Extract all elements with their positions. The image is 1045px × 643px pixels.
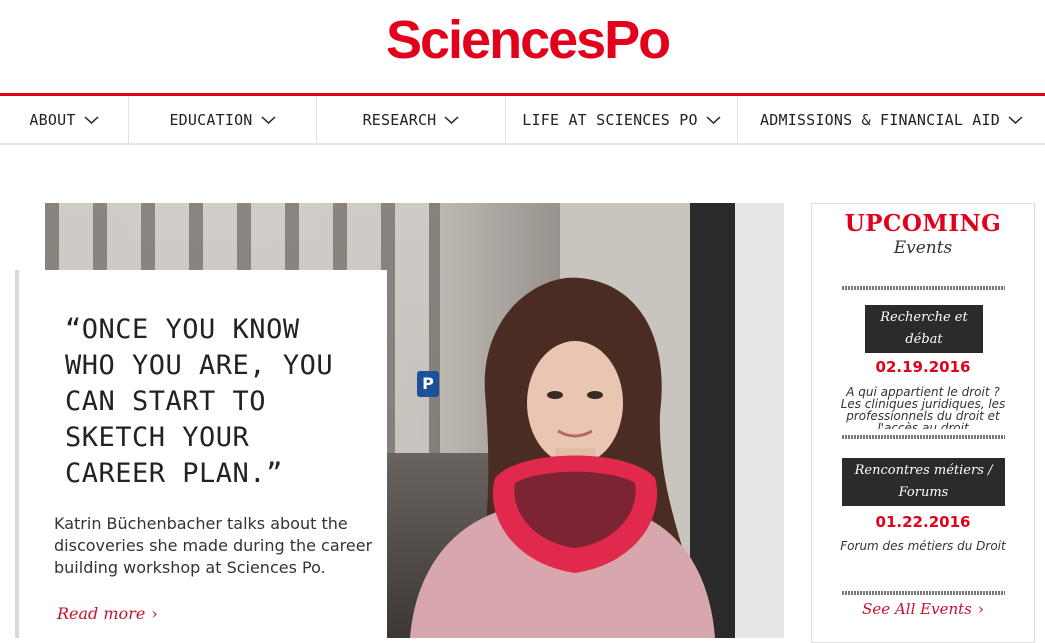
student-portrait [410, 277, 715, 638]
nav-item-about[interactable]: ABOUT [0, 96, 129, 143]
event-date: 01.22.2016 [875, 513, 971, 531]
event-category-tag[interactable]: Rencontres métiers / Forums [842, 458, 1005, 506]
divider [842, 286, 1005, 290]
sciencespo-logo[interactable]: SciencesPo [386, 10, 671, 70]
feature-quote: “ONCE YOU KNOW WHO YOU ARE, YOU CAN STAR… [65, 314, 334, 489]
main-nav: ABOUT EDUCATION RESEARCH LIFE AT SCIENCE… [0, 96, 1045, 145]
divider [842, 435, 1005, 439]
event-category-tag[interactable]: Recherche et débat [865, 305, 983, 353]
events-subheading: Events [893, 238, 953, 258]
nav-item-research[interactable]: RESEARCH [317, 96, 506, 143]
read-more-link[interactable]: Read more › [57, 604, 158, 623]
nav-item-life-at-sciences-po[interactable]: LIFE AT SCIENCES PO [506, 96, 738, 143]
feature-quote-card: “ONCE YOU KNOW WHO YOU ARE, YOU CAN STAR… [15, 270, 387, 638]
chevron-down-icon [84, 115, 99, 125]
chevron-down-icon [706, 115, 721, 125]
events-heading: UPCOMING [844, 210, 1002, 237]
event-title[interactable]: Forum des métiers du Droit [840, 540, 1006, 566]
see-all-label: See All Events [862, 600, 972, 618]
nav-item-label: EDUCATION [169, 110, 253, 129]
chevron-down-icon [444, 115, 459, 125]
nav-item-education[interactable]: EDUCATION [129, 96, 317, 143]
chevron-right-icon: › [977, 600, 984, 618]
nav-item-label: RESEARCH [362, 110, 437, 129]
chevron-down-icon [1008, 115, 1023, 125]
see-all-events-link[interactable]: See All Events › [812, 600, 1034, 618]
upcoming-events-panel: UPCOMING Events Recherche et débat 02.19… [811, 203, 1035, 643]
event-title[interactable]: A qui appartient le droit ? Les clinique… [840, 386, 1006, 429]
event-date: 02.19.2016 [875, 358, 971, 376]
site-header: SciencesPo [0, 0, 1045, 93]
nav-item-label: ADMISSIONS & FINANCIAL AID [760, 110, 1000, 129]
nav-item-admissions[interactable]: ADMISSIONS & FINANCIAL AID [738, 96, 1045, 143]
feature-description: Katrin Büchenbacher talks about the disc… [54, 514, 373, 577]
chevron-right-icon: › [151, 604, 158, 623]
nav-item-label: ABOUT [29, 110, 76, 129]
chevron-down-icon [261, 115, 276, 125]
nav-item-label: LIFE AT SCIENCES PO [522, 110, 698, 129]
divider [842, 591, 1005, 595]
read-more-label: Read more [57, 604, 146, 623]
